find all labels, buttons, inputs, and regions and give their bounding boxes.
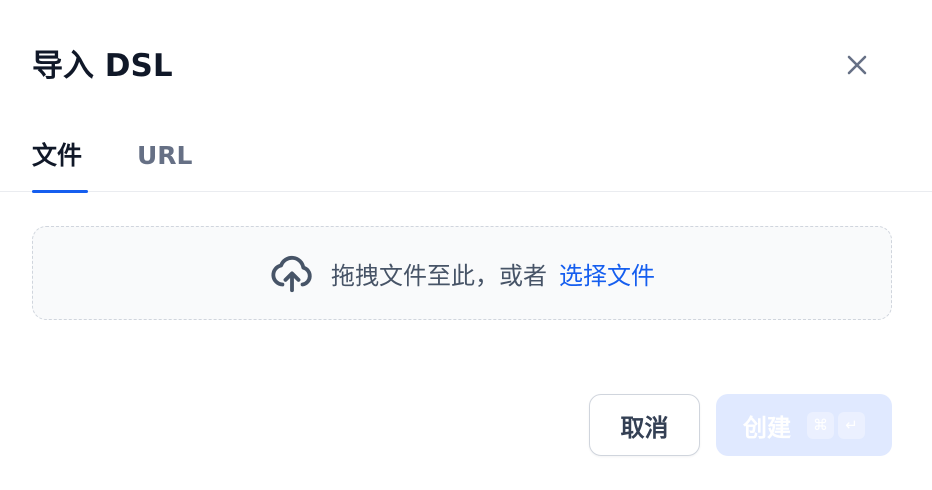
import-tabs: 文件 URL (0, 124, 932, 193)
import-dsl-dialog: 导入 DSL 文件 URL 拖拽文件至此，或者 选择文件 取消 创建 ⌘ ↵ (0, 0, 932, 490)
enter-key-icon: ↵ (838, 411, 865, 439)
select-file-link[interactable]: 选择文件 (559, 256, 655, 291)
file-dropzone[interactable]: 拖拽文件至此，或者 选择文件 (32, 226, 892, 320)
tab-url[interactable]: URL (137, 134, 192, 192)
command-key-icon: ⌘ (807, 411, 834, 439)
dialog-title: 导入 DSL (32, 48, 173, 84)
upload-cloud-icon (269, 250, 315, 296)
close-button[interactable] (836, 44, 878, 86)
create-button[interactable]: 创建 ⌘ ↵ (716, 394, 892, 456)
tab-file[interactable]: 文件 (32, 134, 89, 193)
cancel-button[interactable]: 取消 (589, 394, 700, 456)
close-icon (847, 55, 867, 75)
create-button-label: 创建 (743, 413, 791, 442)
dropzone-text: 拖拽文件至此，或者 (331, 261, 547, 290)
